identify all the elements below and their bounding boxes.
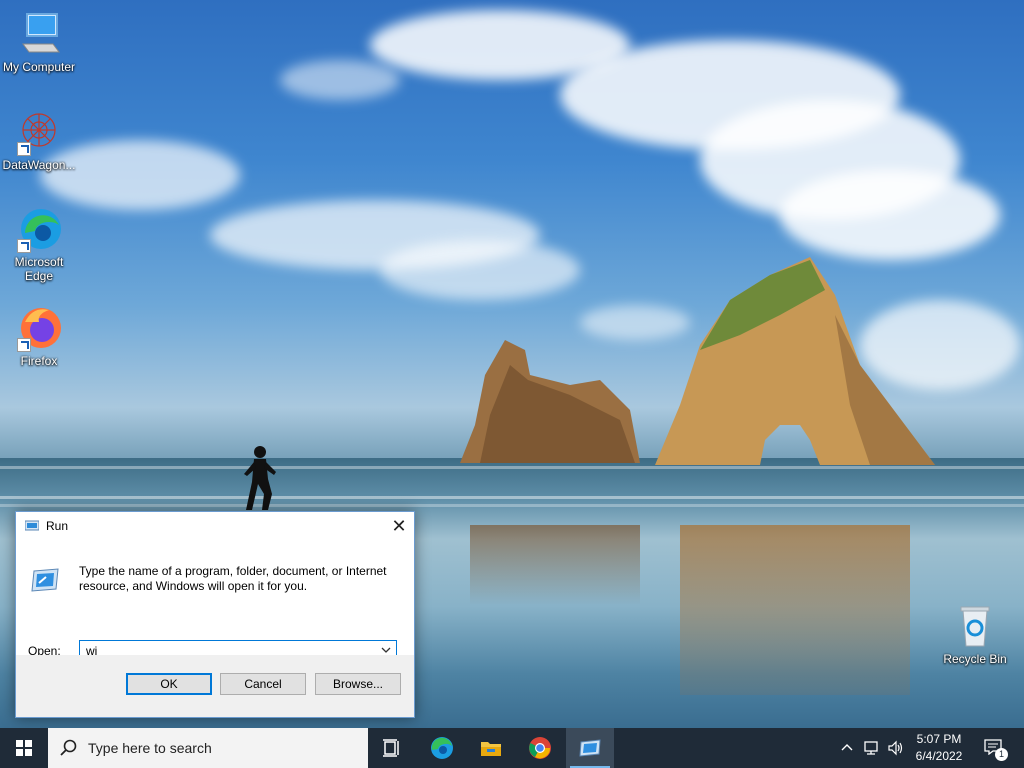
wave — [0, 504, 1024, 507]
desktop-icon-label: My Computer — [2, 60, 76, 74]
network-icon — [864, 741, 878, 755]
chevron-up-icon — [841, 744, 853, 751]
computer-icon — [15, 10, 63, 58]
run-dialog: Run ✕ Type the name of a program, folder… — [15, 511, 415, 718]
desktop-icon-label: Firefox — [20, 354, 58, 368]
search-icon — [60, 739, 77, 756]
taskbar-clock[interactable]: 5:07 PM 6/4/2022 — [905, 728, 973, 768]
notification-center-button[interactable]: 1 — [980, 728, 1010, 768]
taskbar-chrome-button[interactable] — [516, 728, 564, 768]
run-titlebar[interactable]: Run ✕ — [16, 512, 414, 541]
folder-icon — [481, 742, 501, 756]
edge-icon — [431, 737, 453, 759]
shortcut-arrow-icon — [17, 338, 31, 352]
right-rock — [655, 257, 935, 465]
taskbar-file-explorer-button[interactable] — [467, 728, 515, 768]
close-button[interactable]: ✕ — [384, 512, 414, 540]
task-view-button[interactable] — [368, 728, 416, 768]
start-button[interactable] — [0, 728, 48, 768]
browse-button[interactable]: Browse... — [315, 673, 401, 695]
taskbar: Type here to search 5:07 PM 6/4/2022 1 — [0, 728, 1024, 768]
close-icon: ✕ — [391, 516, 407, 536]
wave — [0, 496, 1024, 499]
cloud — [280, 60, 400, 100]
run-icon — [579, 739, 601, 757]
shortcut-arrow-icon — [17, 239, 31, 253]
run-description: Type the name of a program, folder, docu… — [79, 564, 387, 593]
notification-count-badge: 1 — [995, 748, 1008, 761]
right-rock-reflection — [680, 525, 910, 695]
search-placeholder: Type here to search — [88, 740, 212, 756]
chrome-icon — [529, 737, 551, 759]
task-view-icon — [383, 739, 399, 757]
desktop-icon-my-computer[interactable]: My Computer — [1, 10, 77, 74]
desktop-icon-label: Microsoft Edge — [14, 255, 64, 283]
desktop-icon-firefox[interactable]: Firefox — [1, 304, 77, 368]
run-body: Type the name of a program, folder, docu… — [16, 541, 414, 661]
clock-date: 6/4/2022 — [915, 749, 963, 763]
taskbar-run-button[interactable] — [566, 728, 614, 768]
run-footer: OK Cancel Browse... — [16, 655, 414, 717]
clock-time: 5:07 PM — [916, 732, 962, 746]
runner-silhouette — [244, 446, 276, 510]
run-icon — [25, 520, 39, 531]
shortcut-arrow-icon — [17, 142, 31, 156]
cloud — [780, 170, 1000, 260]
left-rock — [460, 340, 640, 463]
network-button[interactable] — [860, 728, 882, 768]
left-rock-reflection — [470, 525, 640, 605]
taskbar-search-box[interactable]: Type here to search — [48, 728, 368, 768]
ok-button[interactable]: OK — [126, 673, 212, 695]
desktop-icon-microsoft-edge[interactable]: Microsoft Edge — [1, 205, 77, 283]
taskbar-edge-button[interactable] — [418, 728, 466, 768]
speaker-icon — [888, 740, 903, 756]
volume-button[interactable] — [884, 728, 906, 768]
show-hidden-icons-button[interactable] — [838, 728, 856, 768]
windows-logo-icon — [16, 740, 32, 756]
firefox-icon — [15, 304, 63, 352]
desktop-icon-datawagon[interactable]: DataWagon... — [1, 108, 77, 172]
desktop-icon-label: Recycle Bin — [943, 652, 1007, 666]
recycle-bin-icon — [951, 602, 999, 650]
run-title: Run — [46, 519, 69, 533]
desktop-icon-recycle-bin[interactable]: Recycle Bin — [937, 602, 1013, 666]
run-program-icon — [31, 568, 59, 592]
cloud — [380, 240, 580, 300]
edge-icon — [15, 205, 63, 253]
datawagon-icon — [15, 108, 63, 156]
desktop-icon-label: DataWagon... — [2, 158, 76, 172]
cancel-button[interactable]: Cancel — [220, 673, 306, 695]
